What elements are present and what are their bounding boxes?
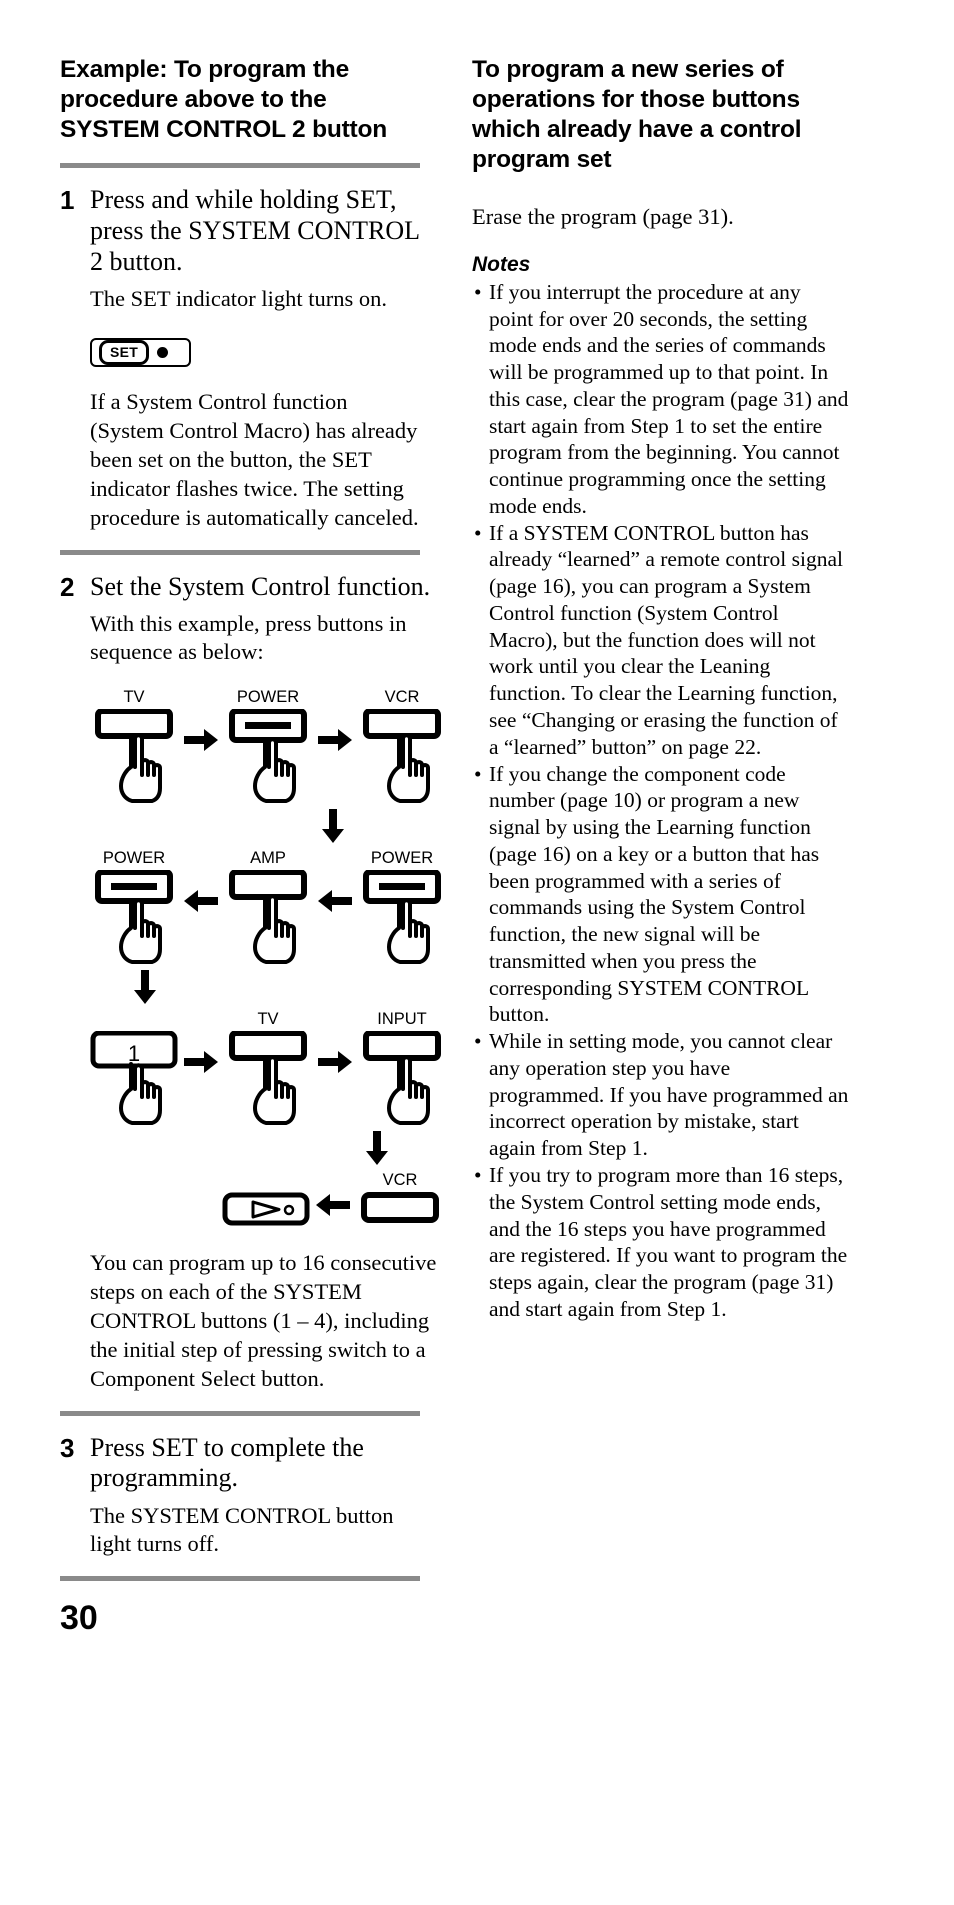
- left-column: Example: To program the procedure above …: [60, 55, 441, 1638]
- page-number: 30: [60, 1599, 98, 1638]
- divider-rule-2: [60, 549, 420, 555]
- seq-button-power-2: POWER: [90, 848, 178, 966]
- step-3: 3 Press SET to complete the programming.…: [60, 1433, 420, 1559]
- seq-button-tv-2: TV: [224, 1009, 312, 1127]
- arrow-down-icon-2: [134, 969, 156, 1009]
- arrow-left-icon-3: [310, 1172, 356, 1216]
- plain-button-with-hand-icon: [358, 1029, 446, 1127]
- note-item: While in setting mode, you cannot clear …: [472, 1028, 850, 1162]
- numbered-button-with-hand-icon: 1: [90, 1030, 178, 1127]
- button-label: POWER: [102, 848, 166, 867]
- plain-button-icon: [356, 1191, 444, 1228]
- seq-button-tv: TV: [90, 687, 178, 805]
- arrow-down-wrap-1: [90, 808, 446, 848]
- step-3-title: Press SET to complete the programming.: [90, 1432, 364, 1493]
- sequence-row-2: POWER AMP POWER: [90, 848, 446, 966]
- button-sequence-diagram: TV POWER VCR POWER AMP POWER 1 TV INPUT …: [90, 687, 446, 1228]
- right-section-heading: To program a new series of operations fo…: [472, 56, 802, 174]
- button-label: INPUT: [377, 1009, 427, 1028]
- note-item: If a SYSTEM CONTROL button has already “…: [472, 520, 850, 761]
- step-1-paragraph: If a System Control function (System Con…: [90, 388, 419, 530]
- footer-rule: [60, 1576, 420, 1582]
- step-2: 2 Set the System Control function. With …: [60, 571, 441, 1393]
- right-column: To program a new series of operations fo…: [472, 55, 850, 1323]
- sequence-row-1: TV POWER VCR: [90, 687, 446, 805]
- notes-list: If you interrupt the procedure at any po…: [472, 279, 850, 1323]
- button-label: POWER: [236, 687, 300, 706]
- step-1-subtext: The SET indicator light turns on.: [90, 286, 388, 312]
- step-2-subtext: With this example, press buttons in sequ…: [90, 611, 407, 665]
- bar-button-with-hand-icon: [358, 868, 446, 966]
- arrow-right-icon-1: [178, 689, 224, 751]
- button-label: AMP: [250, 848, 286, 867]
- note-item: If you try to program more than 16 steps…: [472, 1162, 850, 1323]
- seq-button-vcr-1: VCR: [358, 687, 446, 805]
- arrow-left-icon-1: [178, 850, 224, 912]
- seq-button-input: INPUT: [358, 1009, 446, 1127]
- step-2-paragraph: You can program up to 16 consecutive ste…: [90, 1249, 437, 1391]
- button-label: VCR: [382, 1170, 418, 1189]
- note-item: If you interrupt the procedure at any po…: [472, 279, 850, 520]
- arrow-right-icon-3: [178, 1011, 224, 1073]
- button-label: TV: [123, 687, 145, 706]
- seq-button-power-3: POWER: [358, 848, 446, 966]
- seq-button-amp: AMP: [224, 848, 312, 966]
- seq-button-power-1: POWER: [224, 687, 312, 805]
- bar-button-with-hand-icon: [90, 868, 178, 966]
- sequence-row-4: VCR: [90, 1170, 446, 1228]
- seq-button-vcr-2: VCR: [356, 1170, 444, 1228]
- divider-rule-3: [60, 1410, 420, 1416]
- step-3-subtext: The SYSTEM CONTROL button light turns of…: [90, 1502, 394, 1557]
- step-2-body: Set the System Control function. With th…: [90, 572, 446, 1393]
- manual-page: Example: To program the procedure above …: [0, 0, 954, 1905]
- seq-button-number-1: 1: [90, 1011, 178, 1127]
- plain-button-with-hand-icon: [90, 707, 178, 805]
- note-item: If you change the component code number …: [472, 761, 850, 1029]
- step-2-number: 2: [60, 571, 75, 602]
- step-1-body: Press and while holding SET, press the S…: [90, 185, 420, 531]
- arrow-right-icon-4: [312, 1011, 358, 1073]
- step-1: 1 Press and while holding SET, press the…: [60, 185, 420, 531]
- led-dot-icon: [157, 346, 169, 358]
- arrow-right-icon-2: [312, 689, 358, 751]
- seq-button-play: [222, 1172, 310, 1228]
- arrow-down-icon-1: [322, 808, 344, 848]
- plain-button-with-hand-icon: [358, 707, 446, 805]
- step-2-title: Set the System Control function.: [90, 571, 431, 601]
- button-label: POWER: [370, 848, 434, 867]
- step-3-number: 3: [60, 1432, 75, 1463]
- erase-program-note: Erase the program (page 31).: [472, 203, 734, 229]
- arrow-down-wrap-2: [90, 969, 446, 1009]
- plain-button-with-hand-icon: [224, 868, 312, 966]
- two-column-layout: Example: To program the procedure above …: [60, 55, 894, 1635]
- step-1-title: Press and while holding SET, press the S…: [90, 185, 420, 276]
- divider-rule-1: [60, 163, 420, 169]
- plain-button-with-hand-icon: [224, 1029, 312, 1127]
- button-label: TV: [257, 1009, 279, 1028]
- arrow-down-wrap-3: [90, 1130, 446, 1170]
- arrow-left-icon-2: [312, 850, 358, 912]
- arrow-down-icon-3: [366, 1130, 388, 1170]
- left-section-heading: Example: To program the procedure above …: [60, 56, 388, 144]
- set-button-icon: SET: [99, 339, 150, 365]
- button-label: VCR: [384, 687, 420, 706]
- set-indicator-graphic: SET: [90, 337, 191, 367]
- svg-text:1: 1: [128, 1041, 140, 1066]
- play-button-icon: [222, 1192, 310, 1228]
- notes-heading: Notes: [472, 252, 531, 276]
- step-3-body: Press SET to complete the programming. T…: [90, 1433, 420, 1559]
- step-1-number: 1: [60, 185, 75, 216]
- sequence-row-3: 1 TV INPUT: [90, 1009, 446, 1127]
- bar-button-with-hand-icon: [224, 707, 312, 805]
